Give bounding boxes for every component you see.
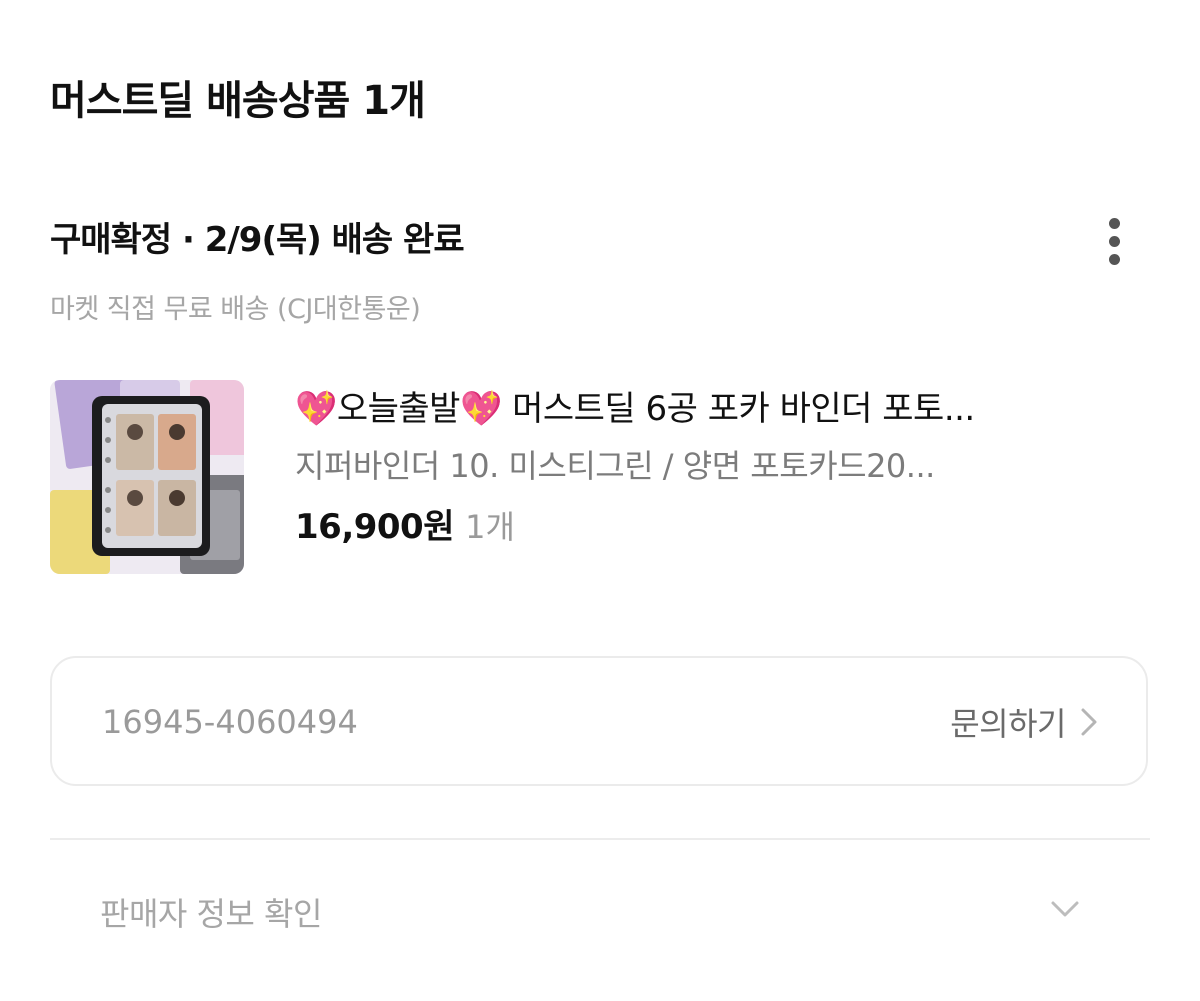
chevron-right-icon — [1081, 708, 1097, 736]
divider — [50, 838, 1150, 840]
order-number: 16945-4060494 — [102, 703, 358, 741]
shipping-method: 마켓 직접 무료 배송 (CJ대한통운) — [50, 294, 421, 325]
more-vertical-icon — [1108, 217, 1120, 229]
more-options-button[interactable] — [1098, 212, 1130, 270]
order-status-row: 구매확정 · 2/9(목) 배송 완료 — [50, 212, 1150, 270]
order-status: 구매확정 · 2/9(목) 배송 완료 — [50, 220, 465, 260]
product-thumbnail[interactable] — [50, 380, 244, 574]
more-vertical-icon-dot — [1108, 235, 1120, 247]
inquiry-label: 문의하기 — [950, 705, 1066, 743]
product-info: 💖오늘출발💖 머스트딜 6공 포카 바인더 포토... 지퍼바인더 10. 미스… — [295, 380, 1135, 558]
inquiry-button[interactable]: 문의하기 — [950, 698, 1098, 746]
product-quantity: 1개 — [465, 508, 515, 546]
product-item[interactable]: 💖오늘출발💖 머스트딜 6공 포카 바인더 포토... 지퍼바인더 10. 미스… — [50, 380, 1150, 580]
order-number-box: 16945-4060494 문의하기 — [50, 656, 1148, 786]
chevron-down-icon — [1051, 901, 1079, 917]
product-name[interactable]: 💖오늘출발💖 머스트딜 6공 포카 바인더 포토... — [295, 380, 1135, 438]
seller-info-toggle[interactable]: 판매자 정보 확인 — [50, 880, 1150, 950]
product-option: 지퍼바인더 10. 미스티그린 / 양면 포토카드20... — [295, 447, 935, 485]
more-vertical-icon-dot — [1108, 253, 1120, 265]
product-price: 16,900원 — [295, 507, 454, 547]
section-title: 머스트딜 배송상품 1개 — [50, 78, 426, 124]
order-detail-page: 머스트딜 배송상품 1개 구매확정 · 2/9(목) 배송 완료 마켓 직접 무… — [0, 0, 1200, 1001]
price-line: 16,900원 1개 — [295, 502, 1135, 558]
seller-info-label: 판매자 정보 확인 — [100, 895, 322, 933]
product-image — [50, 380, 244, 574]
